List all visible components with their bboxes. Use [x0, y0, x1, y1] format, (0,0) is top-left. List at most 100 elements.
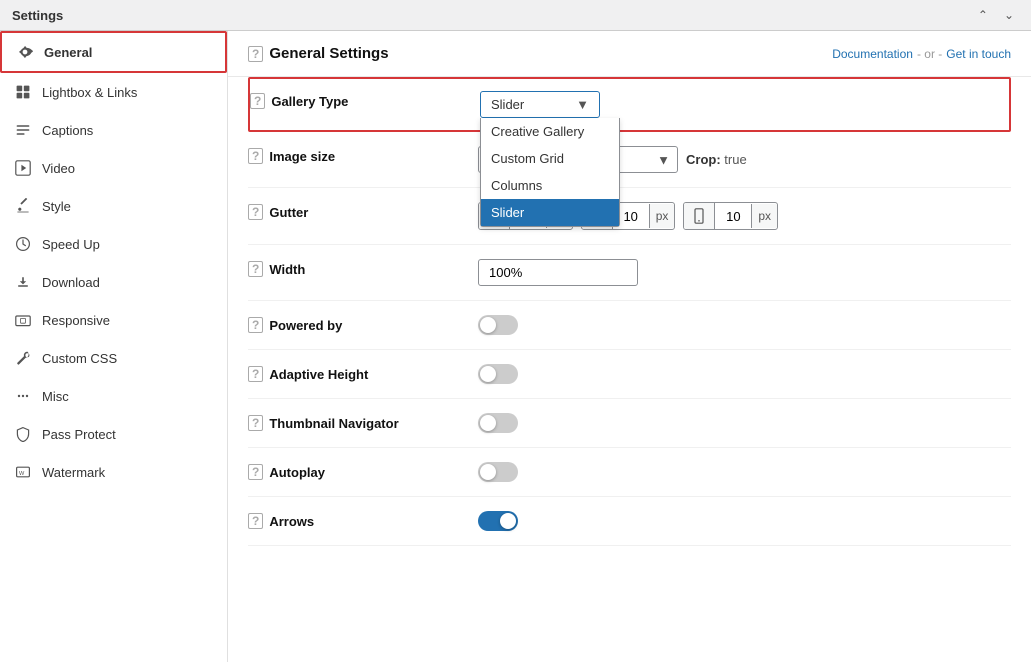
autoplay-toggle[interactable]: [478, 462, 518, 482]
gutter-mobile-group: px: [683, 202, 778, 230]
width-label: ? Width: [248, 259, 478, 277]
arrows-help-icon[interactable]: ?: [248, 513, 263, 529]
dropdown-chevron-icon: ▼: [576, 97, 589, 112]
width-label-text: Width: [269, 262, 305, 277]
sidebar-item-lightbox[interactable]: Lightbox & Links: [0, 73, 227, 111]
gallery-type-label-text: Gallery Type: [271, 94, 348, 109]
sidebar-item-misc-label: Misc: [42, 389, 69, 404]
option-custom-grid[interactable]: Custom Grid: [481, 145, 619, 172]
sidebar-item-captions[interactable]: Captions: [0, 111, 227, 149]
header-help-icon[interactable]: ?: [248, 46, 263, 62]
title-bar-title: Settings: [12, 8, 63, 23]
app-window: Settings ⌃ ⌄ General: [0, 0, 1031, 662]
content-header: ? General Settings Documentation - or - …: [228, 31, 1031, 77]
adaptive-height-row: ? Adaptive Height: [248, 350, 1011, 399]
svg-text:W: W: [19, 471, 25, 477]
sidebar-item-captions-label: Captions: [42, 123, 93, 138]
gallery-type-label: ? Gallery Type: [250, 91, 480, 109]
content-area: ? General Settings Documentation - or - …: [228, 31, 1031, 662]
width-help-icon[interactable]: ?: [248, 261, 263, 277]
sidebar-item-speedup-label: Speed Up: [42, 237, 100, 252]
maximize-button[interactable]: ⌄: [999, 6, 1019, 24]
speedup-icon: [14, 235, 32, 253]
crop-value: true: [724, 152, 746, 167]
sidebar: General Lightbox & Links Captions: [0, 31, 228, 662]
arrows-row: ? Arrows: [248, 497, 1011, 546]
autoplay-label-text: Autoplay: [269, 465, 325, 480]
autoplay-row: ? Autoplay: [248, 448, 1011, 497]
download-icon: [14, 273, 32, 291]
title-bar: Settings ⌃ ⌄: [0, 0, 1031, 31]
autoplay-label: ? Autoplay: [248, 462, 478, 480]
width-row: ? Width: [248, 245, 1011, 301]
adaptive-height-label: ? Adaptive Height: [248, 364, 478, 382]
image-size-label: ? Image size: [248, 146, 478, 164]
thumbnail-navigator-label-text: Thumbnail Navigator: [269, 416, 398, 431]
gallery-type-menu: Creative Gallery Custom Grid Columns Sli…: [480, 118, 620, 227]
sidebar-item-responsive[interactable]: Responsive: [0, 301, 227, 339]
adaptive-height-toggle[interactable]: [478, 364, 518, 384]
gallery-type-dropdown-trigger[interactable]: Slider ▼: [480, 91, 600, 118]
content-header-title: ? General Settings: [248, 45, 389, 62]
width-input[interactable]: [478, 259, 638, 286]
header-links: Documentation - or - Get in touch: [832, 47, 1011, 61]
play-icon: [14, 159, 32, 177]
misc-icon: [14, 387, 32, 405]
option-slider[interactable]: Slider: [481, 199, 619, 226]
powered-by-help-icon[interactable]: ?: [248, 317, 263, 333]
main-layout: General Lightbox & Links Captions: [0, 31, 1031, 662]
sidebar-item-passprotect[interactable]: Pass Protect: [0, 415, 227, 453]
shield-icon: [14, 425, 32, 443]
sidebar-item-customcss-label: Custom CSS: [42, 351, 117, 366]
gear-icon: [16, 43, 34, 61]
sidebar-item-responsive-label: Responsive: [42, 313, 110, 328]
gallery-type-row: ? Gallery Type Slider ▼ Creative Gallery…: [248, 77, 1011, 132]
adaptive-height-help-icon[interactable]: ?: [248, 366, 263, 382]
option-creative-gallery[interactable]: Creative Gallery: [481, 118, 619, 145]
lines-icon: [14, 121, 32, 139]
option-columns[interactable]: Columns: [481, 172, 619, 199]
powered-by-toggle[interactable]: [478, 315, 518, 335]
autoplay-help-icon[interactable]: ?: [248, 464, 263, 480]
gutter-label: ? Gutter: [248, 202, 478, 220]
sidebar-item-passprotect-label: Pass Protect: [42, 427, 116, 442]
documentation-link[interactable]: Documentation: [832, 47, 913, 61]
minimize-button[interactable]: ⌃: [973, 6, 993, 24]
settings-section: ? Gallery Type Slider ▼ Creative Gallery…: [228, 77, 1031, 546]
grid-icon: [14, 83, 32, 101]
watermark-icon: W: [14, 463, 32, 481]
sidebar-item-customcss[interactable]: Custom CSS: [0, 339, 227, 377]
arrows-label: ? Arrows: [248, 511, 478, 529]
gutter-mobile-input[interactable]: [715, 204, 751, 229]
sidebar-item-video[interactable]: Video: [0, 149, 227, 187]
sidebar-item-misc[interactable]: Misc: [0, 377, 227, 415]
image-size-label-text: Image size: [269, 149, 335, 164]
gutter-help-icon[interactable]: ?: [248, 204, 263, 220]
thumbnail-navigator-toggle[interactable]: [478, 413, 518, 433]
gutter-tablet-unit: px: [649, 204, 675, 228]
content-title-text: General Settings: [269, 45, 388, 62]
wrench-icon: [14, 349, 32, 367]
powered-by-label: ? Powered by: [248, 315, 478, 333]
gutter-mobile-unit: px: [751, 204, 777, 228]
get-in-touch-link[interactable]: Get in touch: [946, 47, 1011, 61]
sidebar-item-general[interactable]: General: [0, 31, 227, 73]
sidebar-item-general-label: General: [44, 45, 92, 60]
title-bar-controls: ⌃ ⌄: [973, 6, 1019, 24]
thumbnail-navigator-label: ? Thumbnail Navigator: [248, 413, 478, 431]
sidebar-item-style[interactable]: Style: [0, 187, 227, 225]
thumbnail-navigator-row: ? Thumbnail Navigator: [248, 399, 1011, 448]
sidebar-item-watermark[interactable]: W Watermark: [0, 453, 227, 491]
sidebar-item-style-label: Style: [42, 199, 71, 214]
arrows-toggle[interactable]: [478, 511, 518, 531]
gutter-label-text: Gutter: [269, 205, 308, 220]
gallery-type-help-icon[interactable]: ?: [250, 93, 265, 109]
image-size-help-icon[interactable]: ?: [248, 148, 263, 164]
responsive-icon: [14, 311, 32, 329]
thumbnail-navigator-help-icon[interactable]: ?: [248, 415, 263, 431]
gallery-type-dropdown-wrapper: Slider ▼ Creative Gallery Custom Grid Co…: [480, 91, 600, 118]
sidebar-item-download[interactable]: Download: [0, 263, 227, 301]
mobile-icon: [684, 203, 715, 229]
sidebar-item-download-label: Download: [42, 275, 100, 290]
sidebar-item-speedup[interactable]: Speed Up: [0, 225, 227, 263]
